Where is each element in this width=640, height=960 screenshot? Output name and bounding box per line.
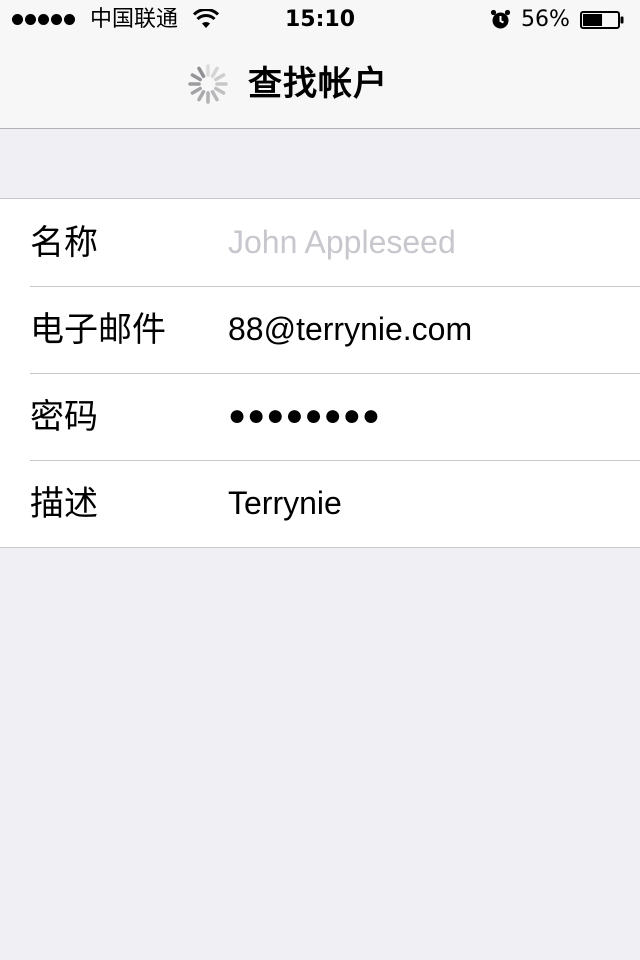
description-field[interactable] <box>228 478 618 528</box>
top-bar: 中国联通 15:10 56% 查找帐户 <box>0 0 640 129</box>
description-label: 描述 <box>30 484 98 524</box>
password-row: 密码 <box>0 373 640 460</box>
status-bar: 中国联通 15:10 56% <box>0 0 640 40</box>
spinner-spoke <box>210 90 219 102</box>
password-label: 密码 <box>30 397 98 437</box>
spinner-spoke <box>214 73 226 82</box>
spinner-icon <box>188 64 228 104</box>
email-field[interactable] <box>228 304 618 354</box>
email-row: 电子邮件 <box>0 286 640 373</box>
description-row: 描述 <box>0 460 640 547</box>
spinner-spoke <box>197 66 206 78</box>
account-form: 名称 电子邮件 密码 描述 <box>0 198 640 548</box>
spinner-spoke <box>210 66 219 78</box>
page-title: 查找帐户 <box>248 64 388 104</box>
email-label: 电子邮件 <box>30 310 166 350</box>
battery-icon <box>580 11 624 29</box>
alarm-clock-icon <box>490 9 511 29</box>
password-field[interactable] <box>228 391 618 441</box>
name-field[interactable] <box>228 217 618 267</box>
spinner-spoke <box>197 90 206 102</box>
name-label: 名称 <box>30 223 98 263</box>
name-row: 名称 <box>0 199 640 286</box>
spinner-spoke <box>190 86 202 95</box>
battery-percentage: 56% <box>521 7 570 32</box>
spinner-spoke <box>190 73 202 82</box>
navigation-bar: 查找帐户 <box>0 40 640 128</box>
spinner-spoke <box>214 86 226 95</box>
